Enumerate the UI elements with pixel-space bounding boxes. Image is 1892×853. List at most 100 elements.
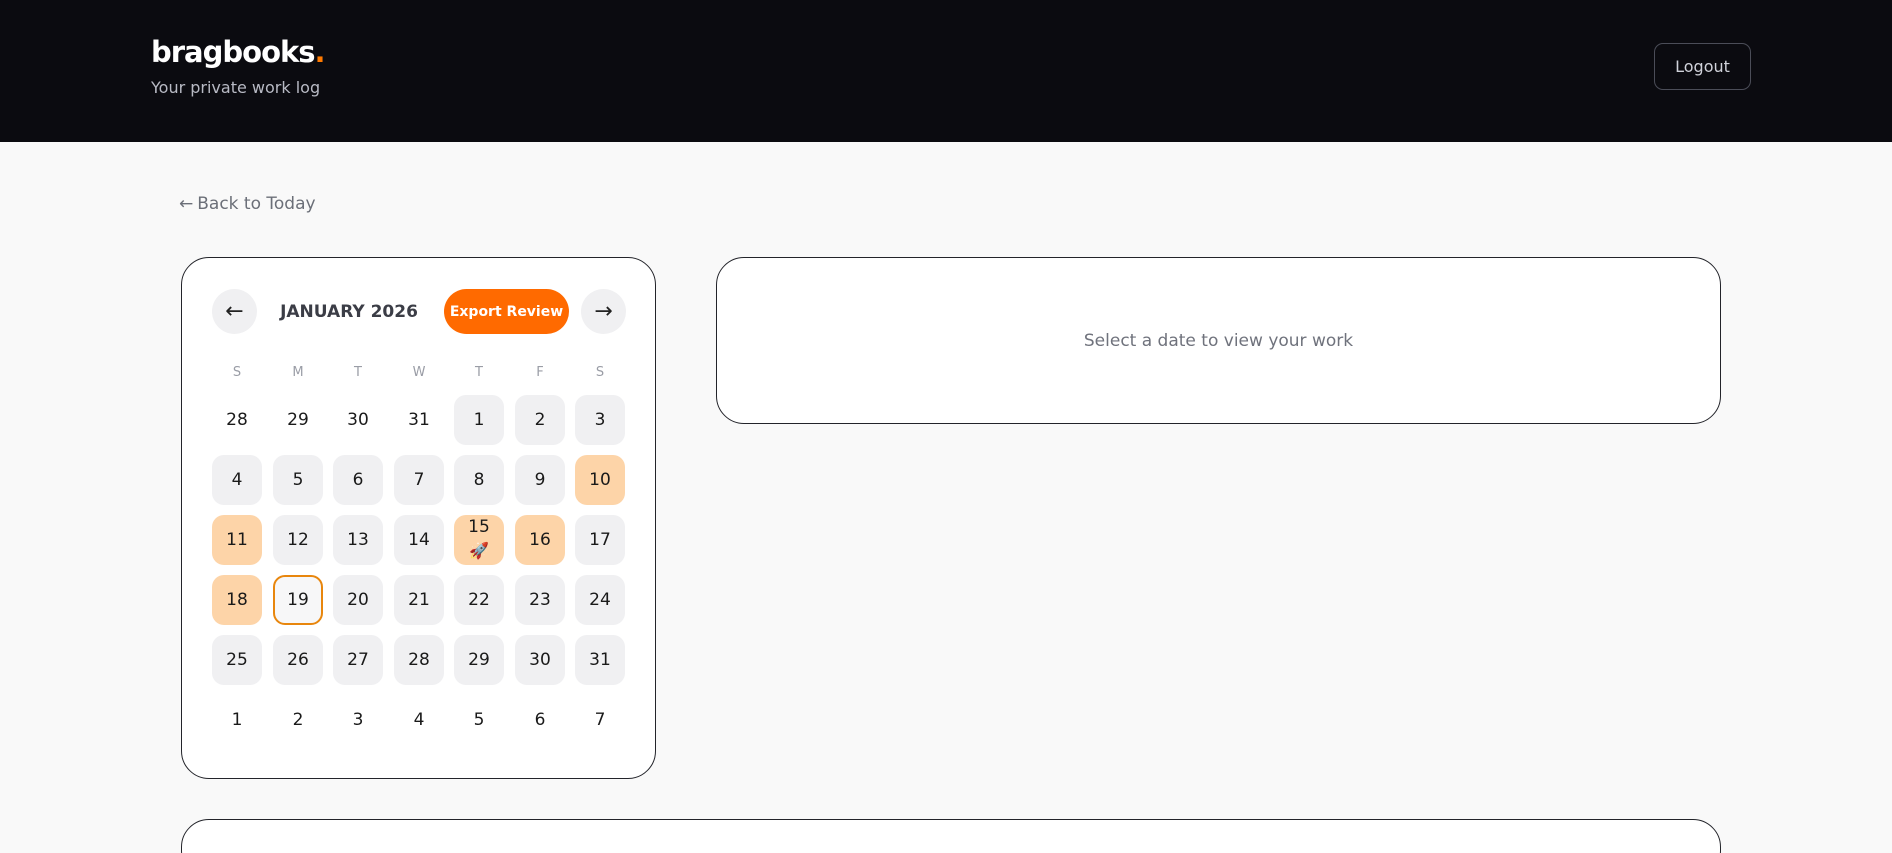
back-arrow-icon: ← <box>179 194 194 214</box>
brand: bragbooks. Your private work log <box>151 34 326 97</box>
logout-button[interactable]: Logout <box>1654 43 1751 90</box>
rocket-icon: 🚀 <box>469 541 489 560</box>
calendar-day[interactable]: 12 <box>273 515 323 565</box>
calendar-day[interactable]: 29 <box>454 635 504 685</box>
weekday-label: T <box>475 365 483 380</box>
day-number: 30 <box>347 410 369 430</box>
back-to-today-link[interactable]: ← Back to Today <box>179 194 316 214</box>
empty-state-message: Select a date to view your work <box>1083 330 1354 351</box>
calendar-day[interactable]: 21 <box>394 575 444 625</box>
day-number: 6 <box>352 470 364 490</box>
weekday-label: M <box>292 365 304 380</box>
arrow-left-icon: ← <box>225 299 244 324</box>
calendar-nav: ← JANUARY 2026 Export Review → <box>212 289 627 334</box>
arrow-right-icon: → <box>594 299 613 324</box>
calendar-day[interactable]: 6 <box>333 455 383 505</box>
day-number: 31 <box>589 650 611 670</box>
tagline: Your private work log <box>151 78 321 97</box>
calendar-day[interactable]: 30 <box>515 635 565 685</box>
day-number: 26 <box>287 650 309 670</box>
day-number: 28 <box>226 410 248 430</box>
next-month-button[interactable]: → <box>581 289 626 334</box>
day-number: 23 <box>529 590 551 610</box>
calendar-day[interactable]: 3 <box>575 395 625 445</box>
work-log-panel <box>181 819 1721 853</box>
logo-text: bragbooks <box>151 35 316 69</box>
day-number: 27 <box>347 650 369 670</box>
calendar-day[interactable]: 24 <box>575 575 625 625</box>
calendar-day[interactable]: 15 🚀 <box>454 515 504 565</box>
day-number: 4 <box>231 470 243 490</box>
day-number: 17 <box>589 530 611 550</box>
calendar-day[interactable]: 31 <box>575 635 625 685</box>
calendar-day[interactable]: 28 <box>394 635 444 685</box>
calendar-day[interactable]: 30 <box>333 395 383 445</box>
calendar-day[interactable]: 29 <box>273 395 323 445</box>
prev-month-button[interactable]: ← <box>212 289 257 334</box>
calendar-day[interactable]: 4 <box>212 455 262 505</box>
day-number: 14 <box>408 530 430 550</box>
calendar-day[interactable]: 11 <box>212 515 262 565</box>
calendar-day[interactable]: 10 <box>575 455 625 505</box>
logo-dot: . <box>314 35 326 69</box>
calendar-day[interactable]: 1 <box>454 395 504 445</box>
weekday-label: F <box>536 365 544 380</box>
day-number: 18 <box>226 590 248 610</box>
calendar-day-today[interactable]: 19 <box>273 575 323 625</box>
calendar-day[interactable]: 6 <box>515 695 565 745</box>
calendar-day-grid: 28 29 30 31 1 2 3 4 5 6 7 8 9 10 11 12 13 14 15 🚀 16 17 18 19 20… <box>212 395 627 745</box>
calendar-day[interactable]: 3 <box>333 695 383 745</box>
calendar-day[interactable]: 14 <box>394 515 444 565</box>
calendar-day[interactable]: 2 <box>515 395 565 445</box>
calendar-day[interactable]: 26 <box>273 635 323 685</box>
export-review-button[interactable]: Export Review <box>444 289 569 334</box>
calendar-day[interactable]: 31 <box>394 395 444 445</box>
weekday-label: S <box>232 365 242 380</box>
calendar-day[interactable]: 23 <box>515 575 565 625</box>
calendar-day[interactable]: 27 <box>333 635 383 685</box>
back-to-today-label: Back to Today <box>197 194 316 214</box>
calendar-day[interactable]: 5 <box>273 455 323 505</box>
calendar-day[interactable]: 5 <box>454 695 504 745</box>
calendar-day[interactable]: 17 <box>575 515 625 565</box>
day-number: 1 <box>231 710 243 730</box>
calendar-day[interactable]: 7 <box>575 695 625 745</box>
calendar-day[interactable]: 25 <box>212 635 262 685</box>
calendar-card: ← JANUARY 2026 Export Review → S M T W T F S 2… <box>181 257 656 779</box>
app-header: bragbooks. Your private work log Logout <box>0 0 1892 142</box>
day-number: 5 <box>473 710 485 730</box>
day-number: 20 <box>347 590 369 610</box>
calendar-day[interactable]: 28 <box>212 395 262 445</box>
day-number: 3 <box>352 710 364 730</box>
calendar-day[interactable]: 4 <box>394 695 444 745</box>
logo[interactable]: bragbooks. <box>151 34 326 70</box>
calendar-day[interactable]: 8 <box>454 455 504 505</box>
day-number: 10 <box>589 470 611 490</box>
calendar-day[interactable]: 16 <box>515 515 565 565</box>
day-number: 2 <box>534 410 546 430</box>
day-number: 29 <box>468 650 490 670</box>
day-number: 15 <box>468 517 490 537</box>
calendar-day[interactable]: 1 <box>212 695 262 745</box>
day-number: 16 <box>529 530 551 550</box>
day-number: 7 <box>594 710 606 730</box>
day-number: 5 <box>292 470 304 490</box>
calendar-day[interactable]: 20 <box>333 575 383 625</box>
calendar-day[interactable]: 2 <box>273 695 323 745</box>
day-number: 29 <box>287 410 309 430</box>
calendar-day[interactable]: 9 <box>515 455 565 505</box>
day-number: 30 <box>529 650 551 670</box>
calendar-day[interactable]: 22 <box>454 575 504 625</box>
day-number: 3 <box>594 410 606 430</box>
weekday-header-row: SMTWTFS <box>212 365 627 385</box>
day-number: 11 <box>226 530 248 550</box>
day-number: 13 <box>347 530 369 550</box>
day-number: 2 <box>292 710 304 730</box>
day-number: 21 <box>408 590 430 610</box>
day-number: 28 <box>408 650 430 670</box>
day-number: 25 <box>226 650 248 670</box>
calendar-day[interactable]: 7 <box>394 455 444 505</box>
calendar-day[interactable]: 18 <box>212 575 262 625</box>
day-number: 8 <box>473 470 485 490</box>
calendar-day[interactable]: 13 <box>333 515 383 565</box>
